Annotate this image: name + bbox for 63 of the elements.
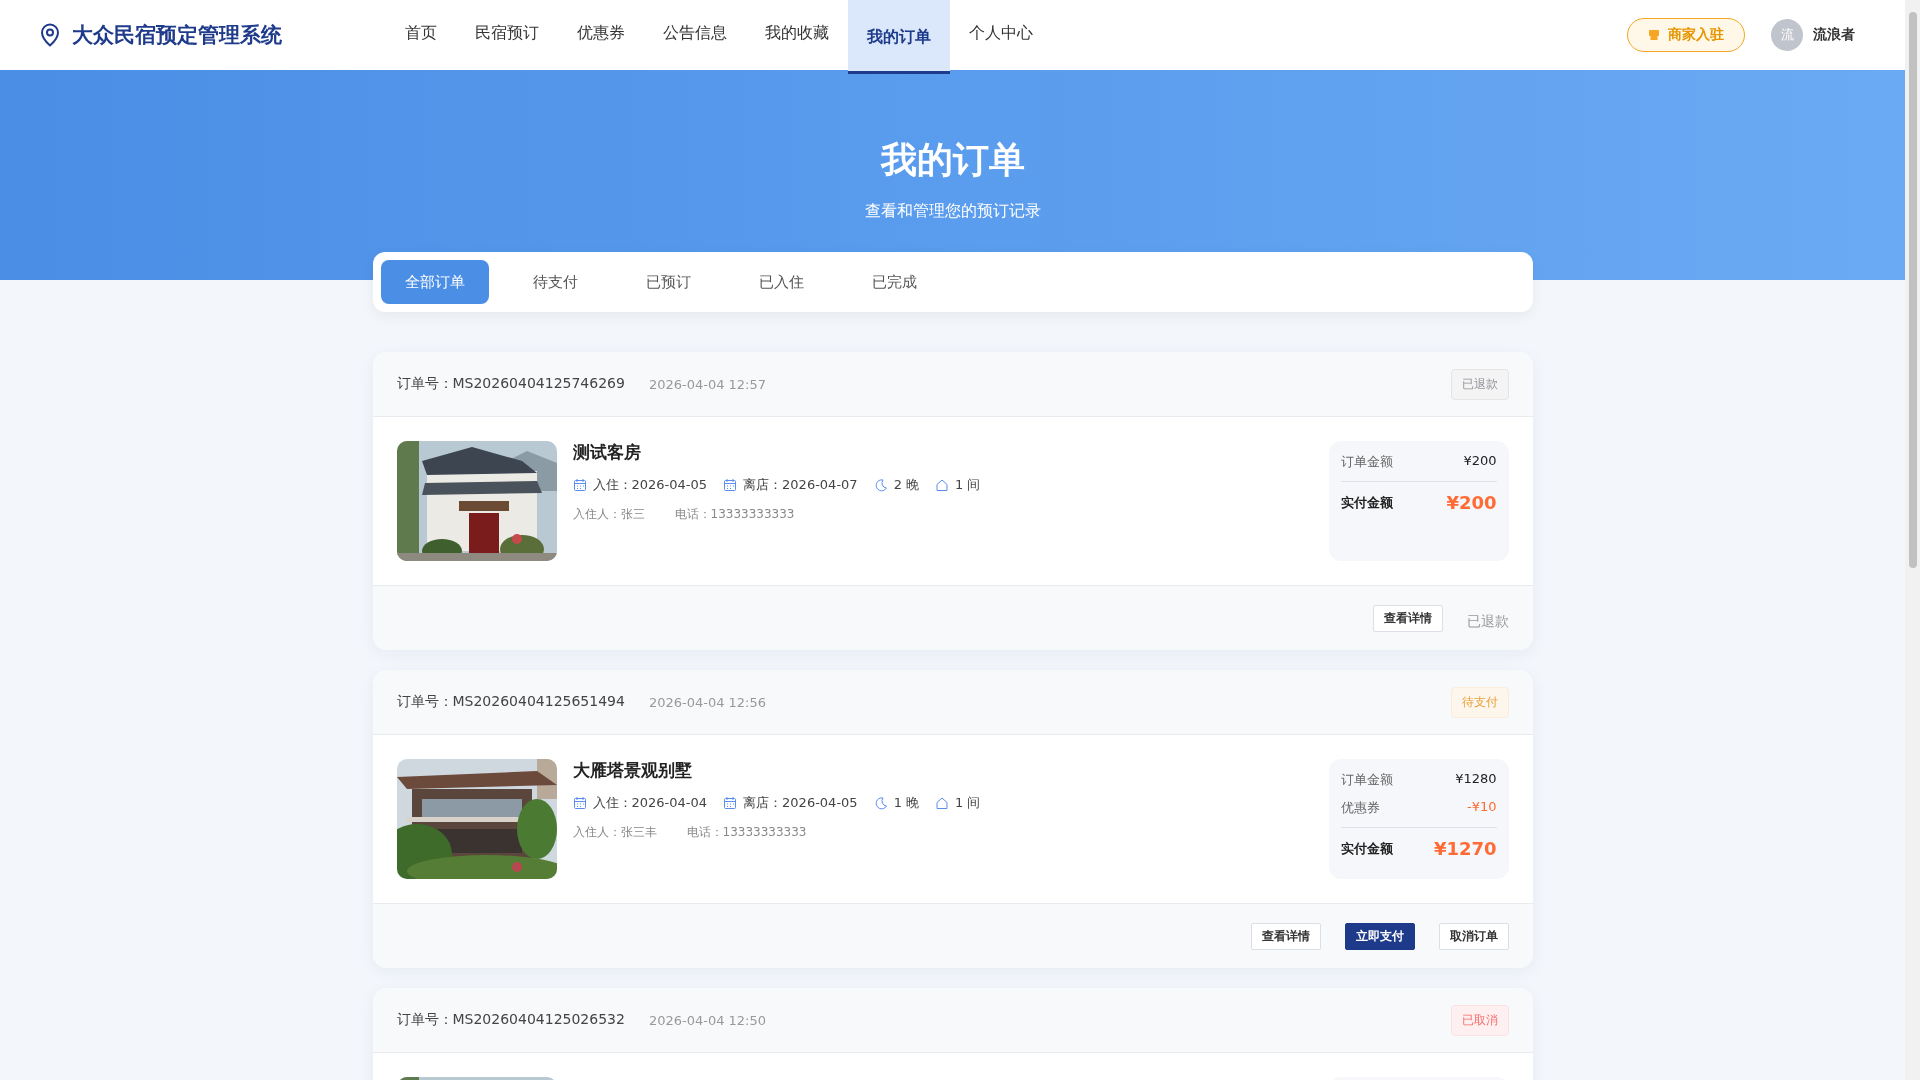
room-name: 大雁塔景观别墅	[572, 759, 693, 782]
nights: 2 晚	[893, 476, 920, 494]
rooms: 1 间	[955, 476, 981, 494]
action-button[interactable]: 取消订单	[1438, 922, 1509, 950]
home-icon	[935, 796, 950, 810]
nights: 1 晚	[893, 794, 920, 812]
guest-name: 入住人：张三	[572, 506, 645, 523]
scrollbar[interactable]	[1905, 0, 1920, 1080]
calendar-icon	[723, 796, 738, 810]
moon-icon	[873, 796, 888, 810]
order-time: 2026-04-04 12:57	[648, 376, 767, 392]
filter-tab[interactable]: 已预订	[621, 260, 715, 304]
guest-name: 入住人：张三丰	[572, 824, 657, 841]
page-subtitle: 查看和管理您的预订记录	[864, 201, 1041, 222]
guest-phone: 电话：13333333333	[686, 824, 807, 841]
total-label: 实付金额	[1340, 493, 1393, 512]
status-badge: 已取消	[1450, 1004, 1509, 1036]
nav-link[interactable]: 民宿预订	[456, 0, 558, 70]
nav-link[interactable]: 我的订单	[848, 0, 950, 74]
nav-link[interactable]: 个人中心	[950, 0, 1052, 70]
checkin-date: 入住：2026-04-04	[592, 794, 708, 812]
action-button[interactable]: 查看详情	[1372, 604, 1443, 632]
nav-link[interactable]: 优惠券	[558, 0, 644, 70]
status-text: 已退款	[1466, 613, 1509, 631]
moon-icon	[873, 478, 888, 492]
rooms: 1 间	[955, 794, 981, 812]
price-value: ¥1280	[1455, 771, 1497, 788]
price-label: 订单金额	[1340, 453, 1393, 471]
site-title: 大众民宿预定管理系统	[72, 22, 282, 49]
home-icon	[935, 478, 950, 492]
nav-link[interactable]: 我的收藏	[746, 0, 848, 70]
filter-tab[interactable]: 已入住	[734, 260, 828, 304]
nav-link[interactable]: 首页	[386, 0, 456, 70]
filter-tab[interactable]: 待支付	[508, 260, 602, 304]
username[interactable]: 流浪者	[1813, 26, 1855, 44]
page-title: 我的订单	[880, 138, 1025, 182]
location-pin-icon	[40, 23, 60, 47]
order-time: 2026-04-04 12:56	[648, 694, 767, 710]
nav-link[interactable]: 公告信息	[644, 0, 746, 70]
guest-phone: 电话：13333333333	[674, 506, 795, 523]
room-name: 测试客房	[572, 441, 642, 464]
total-label: 实付金额	[1340, 839, 1393, 858]
order-number: 订单号：MS20260404125026532	[396, 1011, 625, 1029]
action-button[interactable]: 查看详情	[1250, 922, 1321, 950]
price-label: 订单金额	[1340, 771, 1393, 789]
price-value: -¥10	[1467, 799, 1497, 816]
pay-button[interactable]: 立即支付	[1344, 922, 1415, 950]
calendar-icon	[572, 478, 587, 492]
price-value: ¥200	[1463, 453, 1497, 470]
calendar-icon	[723, 478, 738, 492]
checkin-date: 入住：2026-04-05	[592, 476, 708, 494]
status-badge: 待支付	[1450, 686, 1509, 718]
price-label: 优惠券	[1340, 799, 1380, 817]
calendar-icon	[572, 796, 587, 810]
order-number: 订单号：MS20260404125651494	[396, 693, 625, 711]
order-number: 订单号：MS20260404125746269	[396, 375, 625, 393]
checkout-date: 离店：2026-04-07	[743, 476, 858, 494]
total-amount: ¥200	[1446, 492, 1497, 513]
total-amount: ¥1270	[1433, 838, 1497, 859]
filter-tab[interactable]: 已完成	[847, 260, 941, 304]
checkout-date: 离店：2026-04-05	[743, 794, 858, 812]
status-badge: 已退款	[1450, 368, 1509, 400]
order-time: 2026-04-04 12:50	[648, 1012, 767, 1028]
